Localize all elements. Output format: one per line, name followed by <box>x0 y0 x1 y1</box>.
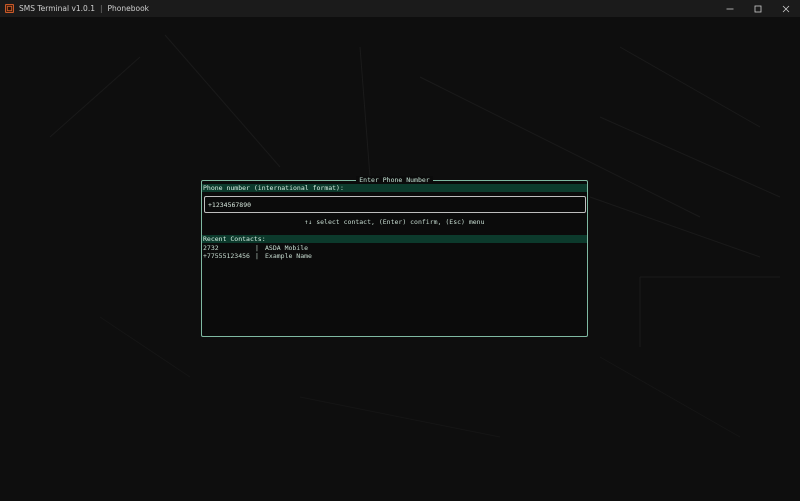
keyboard-hint: ↑↓ select contact, (Enter) confirm, (Esc… <box>304 218 485 226</box>
title-separator: | <box>99 4 103 13</box>
contact-separator: | <box>255 244 259 252</box>
contact-row[interactable]: +77555123456 | Example Name <box>203 252 586 260</box>
phone-number-label: Phone number (international format): <box>202 184 587 192</box>
app-title: SMS Terminal v1.0.1 <box>19 4 95 13</box>
contact-separator: | <box>255 252 259 260</box>
phone-number-input[interactable] <box>204 196 586 213</box>
recent-contacts-label: Recent Contacts: <box>202 235 587 243</box>
section-title: Phonebook <box>107 4 150 13</box>
close-button[interactable] <box>772 0 800 17</box>
close-icon <box>782 5 790 12</box>
title-bar[interactable]: SMS Terminal v1.0.1 | Phonebook <box>0 0 800 17</box>
window-controls <box>716 0 800 17</box>
minimize-icon <box>726 8 734 9</box>
contact-number: +77555123456 <box>203 252 250 260</box>
contact-name: ASDA Mobile <box>265 244 309 252</box>
contact-number: 2732 <box>203 244 219 252</box>
app-icon <box>5 4 14 13</box>
contact-row[interactable]: 2732 | ASDA Mobile <box>203 244 586 252</box>
phone-number-dialog: Enter Phone Number Phone number (interna… <box>201 176 588 337</box>
contact-name: Example Name <box>265 252 312 260</box>
minimize-button[interactable] <box>716 0 744 17</box>
maximize-icon <box>754 5 762 12</box>
maximize-button[interactable] <box>744 0 772 17</box>
recent-contacts-list: 2732 | ASDA Mobile +77555123456 | Exampl… <box>203 244 586 260</box>
app-window: SMS Terminal v1.0.1 | Phonebook Enter Ph… <box>0 0 800 501</box>
dialog-title: Enter Phone Number <box>356 176 433 184</box>
